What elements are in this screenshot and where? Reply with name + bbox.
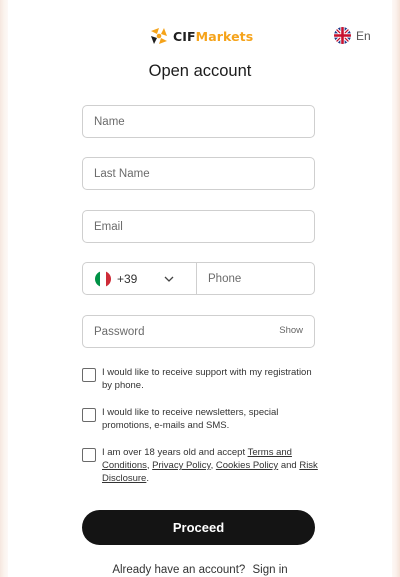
language-label: En xyxy=(356,28,371,43)
support-consent: I would like to receive support with my … xyxy=(82,366,322,392)
terms-prefix: I am over 18 years old and accept xyxy=(102,447,248,458)
country-code-value: +39 xyxy=(117,271,138,286)
chevron-down-icon xyxy=(164,276,174,282)
email-field[interactable] xyxy=(82,210,315,243)
email-input[interactable] xyxy=(83,211,314,242)
uk-flag-icon xyxy=(334,27,351,44)
terms-consent: I am over 18 years old and accept Terms … xyxy=(82,446,322,485)
terms-checkbox[interactable] xyxy=(82,448,96,462)
signin-prompt: Already have an account? Sign in xyxy=(0,564,400,576)
support-consent-label: I would like to receive support with my … xyxy=(102,367,312,391)
cookies-link[interactable]: Cookies Policy xyxy=(216,460,278,471)
logo-wordmark: CIFMarkets xyxy=(173,29,253,44)
privacy-link[interactable]: Privacy Policy xyxy=(152,460,210,471)
name-field[interactable] xyxy=(82,105,315,138)
cif-markets-logo[interactable]: CIFMarkets xyxy=(148,24,253,48)
newsletter-consent-label: I would like to receive newsletters, spe… xyxy=(102,407,279,431)
logo-text-markets: Markets xyxy=(195,28,254,44)
phone-row: +39 xyxy=(82,262,315,295)
newsletter-checkbox[interactable] xyxy=(82,408,96,422)
signin-link[interactable]: Sign in xyxy=(253,564,288,576)
logo-mark-icon xyxy=(151,28,167,44)
name-input[interactable] xyxy=(83,106,314,137)
terms-consent-label: I am over 18 years old and accept Terms … xyxy=(102,446,322,485)
last-name-input[interactable] xyxy=(83,158,314,189)
terms-end: . xyxy=(146,473,149,484)
proceed-button[interactable]: Proceed xyxy=(82,510,315,545)
newsletter-consent: I would like to receive newsletters, spe… xyxy=(82,406,322,432)
last-name-field[interactable] xyxy=(82,157,315,190)
country-code-select[interactable]: +39 xyxy=(82,262,196,295)
logo-text-cif: CIF xyxy=(173,28,196,44)
italy-flag-icon xyxy=(95,270,111,287)
show-password-toggle[interactable]: Show xyxy=(279,325,303,336)
phone-field[interactable] xyxy=(196,262,315,295)
language-selector[interactable]: En xyxy=(334,27,371,44)
account-prompt-text: Already have an account? xyxy=(112,564,246,576)
page-title: Open account xyxy=(148,62,252,80)
support-checkbox[interactable] xyxy=(82,368,96,382)
phone-input[interactable] xyxy=(197,263,314,294)
password-field[interactable]: Show xyxy=(82,315,315,348)
terms-sep-3: and xyxy=(278,460,300,471)
